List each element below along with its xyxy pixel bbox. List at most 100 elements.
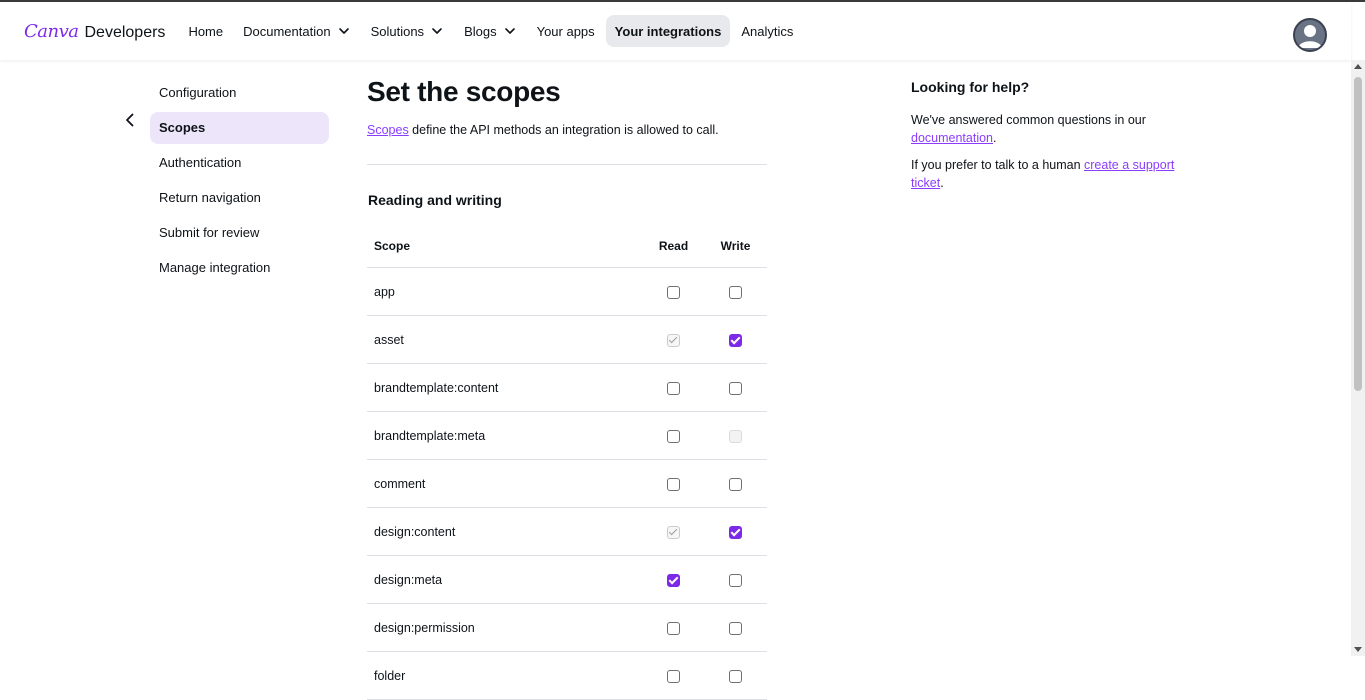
table-row: comment bbox=[367, 459, 767, 508]
write-cell bbox=[705, 507, 767, 556]
write-cell bbox=[705, 459, 767, 508]
write-cell bbox=[705, 603, 767, 652]
product-name: Developers bbox=[84, 23, 166, 41]
read-cell bbox=[643, 363, 705, 412]
back-button[interactable] bbox=[118, 108, 142, 132]
section-title: Reading and writing bbox=[368, 192, 502, 208]
read-cell bbox=[643, 267, 705, 316]
settings-side-nav: Configuration Scopes Authentication Return … bbox=[150, 77, 329, 287]
documentation-link[interactable]: documentation bbox=[911, 131, 993, 145]
scope-name: design:permission bbox=[367, 603, 643, 652]
scope-name: folder bbox=[367, 651, 643, 700]
read-cell bbox=[643, 507, 705, 556]
nav-label: Documentation bbox=[243, 23, 331, 39]
table-header-row: Scope Read Write bbox=[367, 224, 767, 268]
write-checkbox[interactable] bbox=[729, 573, 742, 587]
nav-analytics[interactable]: Analytics bbox=[732, 15, 802, 47]
scroll-thumb[interactable] bbox=[1354, 77, 1362, 391]
read-cell bbox=[643, 603, 705, 652]
read-checkbox[interactable] bbox=[667, 669, 680, 683]
chevron-down-icon bbox=[432, 28, 442, 34]
scopes-main-content: Set the scopes Scopes define the API met… bbox=[367, 60, 767, 700]
nav-solutions[interactable]: Solutions bbox=[362, 15, 453, 47]
read-checkbox[interactable] bbox=[667, 477, 680, 491]
table-row: design:content bbox=[367, 507, 767, 556]
table-row: brandtemplate:content bbox=[367, 363, 767, 412]
sidebar-item-submit-for-review[interactable]: Submit for review bbox=[150, 217, 329, 249]
write-checkbox[interactable] bbox=[729, 525, 742, 539]
nav-blogs[interactable]: Blogs bbox=[455, 15, 526, 47]
top-nav-bar: Canva Developers Home Documentation Soluti… bbox=[0, 2, 1351, 60]
write-checkbox[interactable] bbox=[729, 333, 742, 347]
write-cell bbox=[705, 363, 767, 412]
col-read-header: Read bbox=[643, 224, 705, 268]
read-checkbox[interactable] bbox=[667, 285, 680, 299]
scroll-down-arrow-icon[interactable] bbox=[1354, 647, 1362, 652]
table-row: design:meta bbox=[367, 555, 767, 604]
write-cell bbox=[705, 315, 767, 364]
nav-label: Your apps bbox=[536, 23, 595, 39]
chevron-left-icon bbox=[126, 113, 134, 127]
sidebar-item-manage-integration[interactable]: Manage integration bbox=[150, 252, 329, 284]
read-cell bbox=[643, 555, 705, 604]
sidebar-item-return-navigation[interactable]: Return navigation bbox=[150, 182, 329, 214]
nav-label: Solutions bbox=[370, 23, 425, 39]
write-checkbox[interactable] bbox=[729, 477, 742, 491]
read-checkbox[interactable] bbox=[667, 621, 680, 635]
scope-rows: app asset brandtemplate:content brandtempla… bbox=[367, 267, 767, 700]
read-cell bbox=[643, 651, 705, 700]
col-write-header: Write bbox=[705, 224, 767, 268]
person-silhouette-icon bbox=[1298, 25, 1322, 48]
scope-name: asset bbox=[367, 315, 643, 364]
read-checkbox[interactable] bbox=[667, 429, 680, 443]
page-title: Set the scopes bbox=[367, 76, 561, 107]
scope-name: app bbox=[367, 267, 643, 316]
sidebar-item-configuration[interactable]: Configuration bbox=[150, 77, 329, 109]
nav-home[interactable]: Home bbox=[179, 15, 232, 47]
nav-label: Home bbox=[188, 23, 224, 39]
read-checkbox bbox=[667, 333, 680, 347]
scope-name: design:content bbox=[367, 507, 643, 556]
help-panel: Looking for help? We've answered common … bbox=[911, 60, 1191, 192]
page-scrollbar[interactable] bbox=[1351, 60, 1365, 656]
section-divider bbox=[367, 164, 767, 165]
write-cell bbox=[705, 651, 767, 700]
table-row: app bbox=[367, 267, 767, 316]
nav-your-apps[interactable]: Your apps bbox=[528, 15, 604, 47]
scroll-up-arrow-icon[interactable] bbox=[1354, 64, 1362, 69]
write-checkbox[interactable] bbox=[729, 381, 742, 395]
read-checkbox[interactable] bbox=[667, 573, 680, 587]
write-cell bbox=[705, 411, 767, 460]
help-title: Looking for help? bbox=[911, 79, 1030, 95]
scope-name: brandtemplate:meta bbox=[367, 411, 643, 460]
canva-developers-logo[interactable]: Canva Developers bbox=[24, 21, 165, 42]
read-cell bbox=[643, 411, 705, 460]
scope-name: brandtemplate:content bbox=[367, 363, 643, 412]
write-checkbox[interactable] bbox=[729, 285, 742, 299]
intro-text: define the API methods an integration is… bbox=[408, 123, 719, 137]
nav-label: Analytics bbox=[741, 23, 794, 39]
sidebar-item-authentication[interactable]: Authentication bbox=[150, 147, 329, 179]
main-nav: Home Documentation Solutions Blogs Your apps… bbox=[179, 15, 804, 47]
table-row: asset bbox=[367, 315, 767, 364]
scopes-doc-link[interactable]: Scopes bbox=[367, 123, 409, 137]
write-checkbox[interactable] bbox=[729, 669, 742, 683]
scope-name: design:meta bbox=[367, 555, 643, 604]
read-cell bbox=[643, 315, 705, 364]
help-paragraph-support: If you prefer to talk to a human create … bbox=[911, 158, 1175, 190]
nav-your-integrations[interactable]: Your integrations bbox=[605, 15, 731, 47]
write-cell bbox=[705, 267, 767, 316]
col-scope-header: Scope bbox=[367, 224, 643, 268]
user-avatar-icon[interactable] bbox=[1293, 18, 1327, 52]
nav-label: Blogs bbox=[464, 23, 497, 39]
read-checkbox[interactable] bbox=[667, 381, 680, 395]
write-checkbox bbox=[729, 429, 742, 443]
nav-documentation[interactable]: Documentation bbox=[234, 15, 359, 47]
chevron-down-icon bbox=[504, 28, 515, 34]
write-checkbox[interactable] bbox=[729, 621, 742, 635]
help-paragraph-docs: We've answered common questions in our d… bbox=[911, 113, 1146, 145]
read-cell bbox=[643, 459, 705, 508]
scopes-intro: Scopes define the API methods an integra… bbox=[367, 123, 767, 137]
sidebar-item-scopes[interactable]: Scopes bbox=[150, 112, 329, 144]
table-row: folder bbox=[367, 651, 767, 700]
